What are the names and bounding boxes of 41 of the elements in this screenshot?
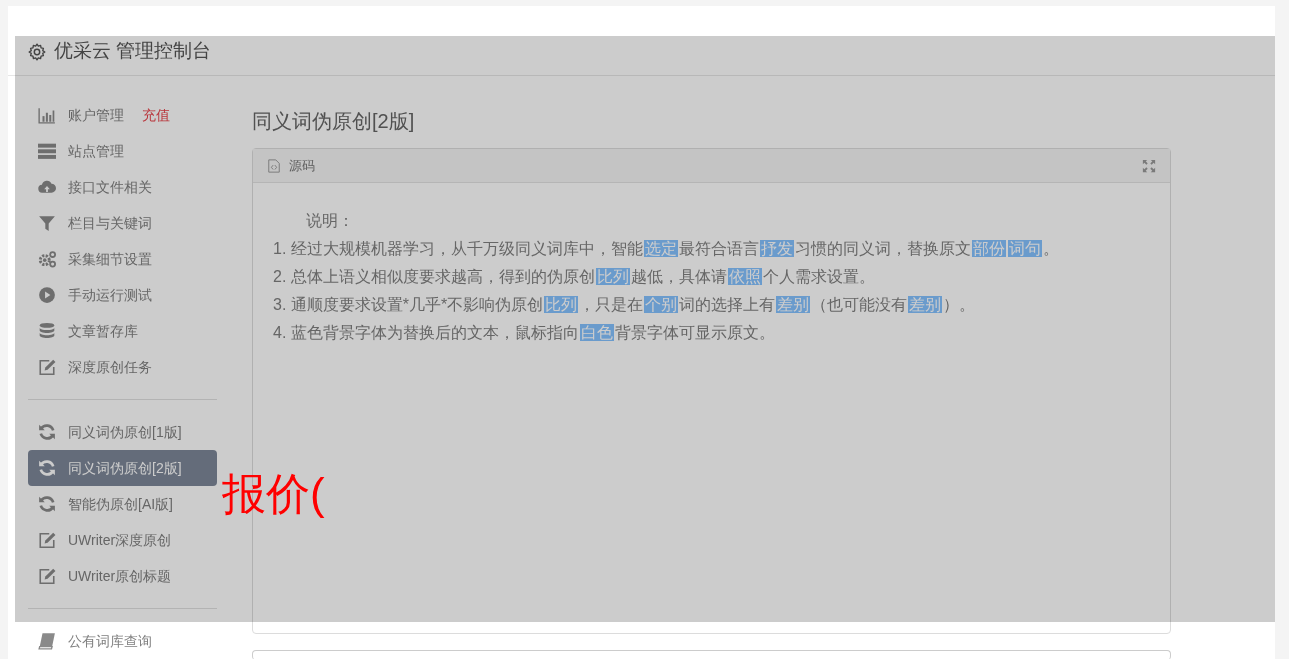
expand-icon[interactable] [1142, 158, 1156, 173]
sidebar-item[interactable]: 同义词伪原创[1版] [28, 414, 217, 450]
sidebar-item[interactable]: 智能伪原创[AI版] [28, 486, 217, 522]
settings-icon [28, 42, 46, 61]
sidebar-item[interactable]: UWriter深度原创 [28, 522, 217, 558]
sidebar-item[interactable]: 文章暂存库 [28, 313, 217, 349]
sidebar-item[interactable]: 手动运行测试 [28, 277, 217, 313]
edit-icon [38, 531, 56, 549]
edit-icon [38, 358, 56, 376]
sidebar-item[interactable]: 同义词伪原创[2版] [28, 450, 217, 486]
page-title: 同义词伪原创[2版] [252, 109, 416, 134]
filter-icon [38, 214, 56, 232]
sidebar-item[interactable]: 站点管理 [28, 133, 217, 169]
sidebar-item[interactable]: UWriter原创标题 [28, 558, 217, 594]
bar-chart-icon [38, 106, 56, 124]
sidebar-item[interactable]: 深度原创任务 [28, 349, 217, 385]
instruction-line: 1. 经过大规模机器学习，从千万级同义词库中，智能选定最符合语言抒发习惯的同义词，替换原文部份 词句。 [273, 239, 1060, 259]
play-icon [38, 286, 56, 304]
refresh-icon [38, 423, 56, 441]
server-icon [38, 142, 56, 160]
database-icon [38, 322, 56, 340]
edit-icon [38, 567, 56, 585]
gears-icon [38, 250, 56, 268]
refresh-icon [38, 495, 56, 513]
sidebar-item[interactable]: 账户管理 [68, 104, 124, 126]
cloud-upload-icon [38, 178, 56, 196]
book-icon [38, 632, 56, 650]
recharge-link[interactable]: 充值 [142, 104, 170, 126]
sidebar-item[interactable]: 公有词库查询 [28, 623, 217, 659]
sidebar-item[interactable]: 接口文件相关 [28, 169, 217, 205]
instruction-line: 2. 总体上语义相似度要求越高，得到的伪原创 比列越低，具体请依照个人需求设置。 [273, 267, 876, 287]
panel-title: 源码 [289, 156, 316, 175]
refresh-icon [38, 459, 56, 477]
sidebar-item[interactable]: 采集细节设置 [28, 241, 217, 277]
instruction-line: 4. 蓝色背景字体为替换后的文本，鼠标指向 白色背景字体可显示原文。 [273, 323, 776, 343]
overlay-label: 报价( [222, 470, 325, 519]
instruction-line: 3. 通顺度要求设置*几乎*不影响伪原创 比列，只是在个别词的选择上有差别（也可能没有差别）。 [273, 295, 977, 315]
sidebar-item[interactable]: 栏目与关键词 [28, 205, 217, 241]
intro-label: 说明： [305, 211, 355, 231]
code-file-icon [267, 158, 281, 173]
console-title: 优采云 管理控制台 [54, 39, 212, 64]
